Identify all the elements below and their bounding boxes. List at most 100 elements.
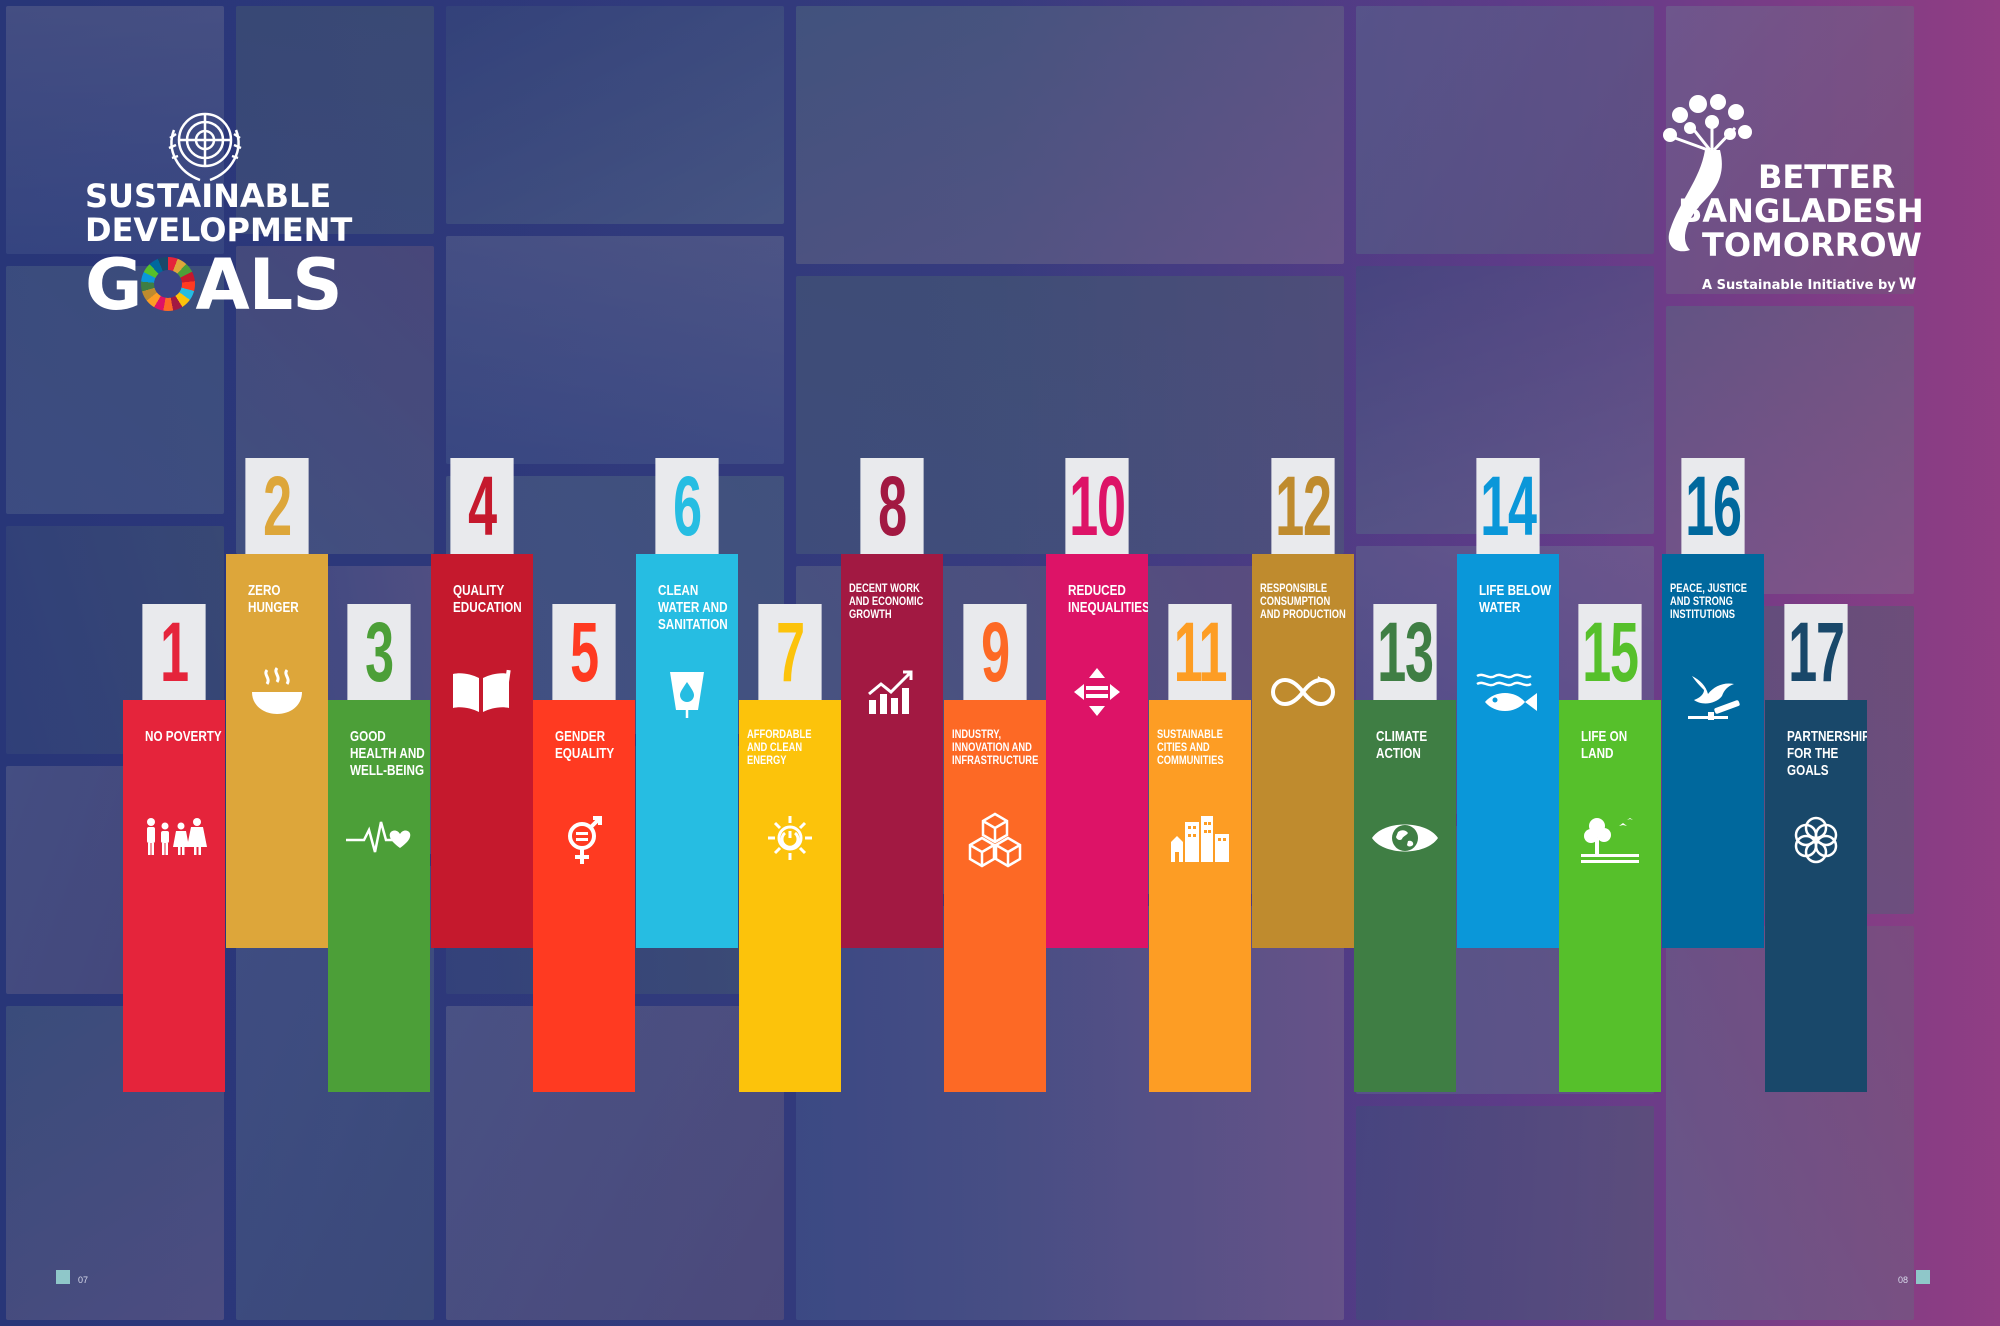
sdg-goal-label: AFFORDABLE AND CLEAN ENERGY: [747, 727, 812, 767]
sdg-goal-number: 1: [142, 604, 206, 700]
sdg-goal-color-bar: RESPONSIBLE CONSUMPTION AND PRODUCTION: [1252, 554, 1354, 948]
sdg-goal-color-bar: ZERO HUNGER: [226, 554, 328, 948]
sdg-goal-number: 7: [758, 604, 822, 700]
sdg-goal-label: SUSTAINABLE CITIES AND COMMUNITIES: [1157, 727, 1224, 767]
book-icon: [431, 662, 533, 726]
sdg-goal-color-bar: QUALITY EDUCATION: [431, 554, 533, 948]
sdg-goal-label: CLEAN WATER AND SANITATION: [658, 582, 728, 633]
sdg-goal-label: DECENT WORK AND ECONOMIC GROWTH: [849, 581, 924, 621]
sdg-goal-number: 12: [1271, 458, 1335, 554]
sdg-goal-label: REDUCED INEQUALITIES: [1068, 582, 1148, 616]
sdg-logo-line2: DEVELOPMENT: [85, 211, 353, 249]
growth-chart-icon: [841, 662, 943, 726]
sdg-goal-number: 10: [1065, 458, 1129, 554]
sdg-goal-label: GOOD HEALTH AND WELL-BEING: [350, 728, 425, 779]
sdg-goal-label: CLIMATE ACTION: [1376, 728, 1428, 762]
sdg-goal-color-bar: DECENT WORK AND ECONOMIC GROWTH: [841, 554, 943, 948]
sdg-goal-13: 13 CLIMATE ACTION: [1354, 604, 1456, 1092]
better-bangladesh-tomorrow-logo: BETTER BANGLADESH TOMORROW A Sustainable…: [1630, 90, 1930, 300]
city-icon: [1149, 808, 1251, 872]
infinity-icon: [1252, 662, 1354, 726]
bbt-tagline: A Sustainable Initiative by W: [1702, 274, 1916, 293]
sdg-goal-14: 14 LIFE BELOW WATER: [1457, 458, 1559, 948]
sdg-goal-color-bar: AFFORDABLE AND CLEAN ENERGY: [739, 700, 841, 1092]
sdg-goal-label: QUALITY EDUCATION: [453, 582, 522, 616]
sdg-goal-color-bar: INDUSTRY, INNOVATION AND INFRASTRUCTURE: [944, 700, 1046, 1092]
sdg-goal-label: PEACE, JUSTICE AND STRONG INSTITUTIONS: [1670, 581, 1747, 621]
sdg-goal-color-bar: GENDER EQUALITY: [533, 700, 635, 1092]
bowl-icon: [226, 662, 328, 726]
sdg-goal-color-bar: CLEAN WATER AND SANITATION: [636, 554, 738, 948]
cubes-icon: [944, 808, 1046, 872]
page-marker-right: [1916, 1270, 1930, 1284]
dove-gavel-icon: [1662, 662, 1764, 726]
sdg-goal-label: GENDER EQUALITY: [555, 728, 615, 762]
tree-icon: [1559, 808, 1661, 872]
bbt-logo-line3: TOMORROW: [1702, 226, 1922, 264]
sdg-goal-number: 9: [963, 604, 1027, 700]
sdg-goal-15: 15 LIFE ON LAND: [1559, 604, 1661, 1092]
sdg-goal-label: RESPONSIBLE CONSUMPTION AND PRODUCTION: [1260, 581, 1346, 621]
bbt-tagline-text: A Sustainable Initiative by: [1702, 278, 1896, 293]
sdg-goal-number: 2: [245, 458, 309, 554]
sdg-goal-label: ZERO HUNGER: [248, 582, 299, 616]
sdg-goal-7: 7 AFFORDABLE AND CLEAN ENERGY: [739, 604, 841, 1092]
sdg-goal-label: INDUSTRY, INNOVATION AND INFRASTRUCTURE: [952, 727, 1039, 767]
sdg-goal-9: 9 INDUSTRY, INNOVATION AND INFRASTRUCTURE: [944, 604, 1046, 1092]
sdg-goal-color-bar: REDUCED INEQUALITIES: [1046, 554, 1148, 948]
sdg-goal-6: 6 CLEAN WATER AND SANITATION: [636, 458, 738, 948]
walton-w-logo: W: [1898, 274, 1917, 293]
sdg-goal-label: NO POVERTY: [145, 728, 222, 745]
sdg-goal-number: 11: [1168, 604, 1232, 700]
page-number-right: 08: [1898, 1275, 1909, 1285]
water-glass-icon: [636, 662, 738, 726]
sdg-goal-number: 16: [1681, 458, 1745, 554]
sdg-goal-number: 17: [1784, 604, 1848, 700]
sdg-goal-5: 5 GENDER EQUALITY: [533, 604, 635, 1092]
sdg-goal-number: 14: [1476, 458, 1540, 554]
gender-equality-icon: [533, 808, 635, 872]
sdg-logo-goals-word: G ALS: [85, 250, 343, 320]
sdg-goal-1: 1 NO POVERTY: [123, 604, 225, 1092]
sdg-goal-number: 13: [1373, 604, 1437, 700]
sdg-goal-label: LIFE ON LAND: [1581, 728, 1628, 762]
fish-icon: [1457, 662, 1559, 726]
earth-eye-icon: [1354, 808, 1456, 872]
sdg-goal-number: 15: [1578, 604, 1642, 700]
page-marker-left: [56, 1270, 70, 1284]
sdg-goals-letters-als: ALS: [195, 244, 342, 326]
sun-power-icon: [739, 808, 841, 872]
sdg-goal-10: 10 REDUCED INEQUALITIES: [1046, 458, 1148, 948]
sdg-goal-label: PARTNERSHIPS FOR THE GOALS: [1787, 728, 1867, 779]
sdg-goal-color-bar: CLIMATE ACTION: [1354, 700, 1456, 1092]
equals-arrows-icon: [1046, 662, 1148, 726]
sdg-goal-11: 11 SUSTAINABLE CITIES AND COMMUNITIES: [1149, 604, 1251, 1092]
sdg-goal-2: 2 ZERO HUNGER: [226, 458, 328, 948]
sdg-goal-color-bar: LIFE ON LAND: [1559, 700, 1661, 1092]
sdg-goal-16: 16 PEACE, JUSTICE AND STRONG INSTITUTIONS: [1662, 458, 1764, 948]
sdg-goal-17: 17 PARTNERSHIPS FOR THE GOALS: [1765, 604, 1867, 1092]
sdg-goal-color-bar: LIFE BELOW WATER: [1457, 554, 1559, 948]
sdg-goal-color-bar: NO POVERTY: [123, 700, 225, 1092]
sdg-color-wheel-icon: [141, 257, 196, 311]
sdg-goal-number: 3: [347, 604, 411, 700]
family-icon: [123, 808, 225, 872]
sdg-goal-color-bar: SUSTAINABLE CITIES AND COMMUNITIES: [1149, 700, 1251, 1092]
sdg-goal-4: 4 QUALITY EDUCATION: [431, 458, 533, 948]
sdg-goals-letter-g: G: [85, 244, 142, 326]
page-number-left: 07: [78, 1275, 89, 1285]
rings-icon: [1765, 808, 1867, 872]
sdg-logo-line1: SUSTAINABLE: [85, 177, 332, 215]
sdg-goal-color-bar: PARTNERSHIPS FOR THE GOALS: [1765, 700, 1867, 1092]
sdg-goal-8: 8 DECENT WORK AND ECONOMIC GROWTH: [841, 458, 943, 948]
heartbeat-icon: [328, 808, 430, 872]
sdg-logo: SUSTAINABLE DEVELOPMENT G ALS: [80, 100, 353, 320]
sdg-goal-color-bar: PEACE, JUSTICE AND STRONG INSTITUTIONS: [1662, 554, 1764, 948]
sdg-goal-number: 6: [655, 458, 719, 554]
sdg-goal-number: 4: [450, 458, 514, 554]
sdg-goal-3: 3 GOOD HEALTH AND WELL-BEING: [328, 604, 430, 1092]
sdg-goal-label: LIFE BELOW WATER: [1479, 582, 1552, 616]
sdg-goal-number: 5: [552, 604, 616, 700]
bbt-logo-line1: BETTER: [1758, 158, 1896, 196]
sdg-goal-color-bar: GOOD HEALTH AND WELL-BEING: [328, 700, 430, 1092]
